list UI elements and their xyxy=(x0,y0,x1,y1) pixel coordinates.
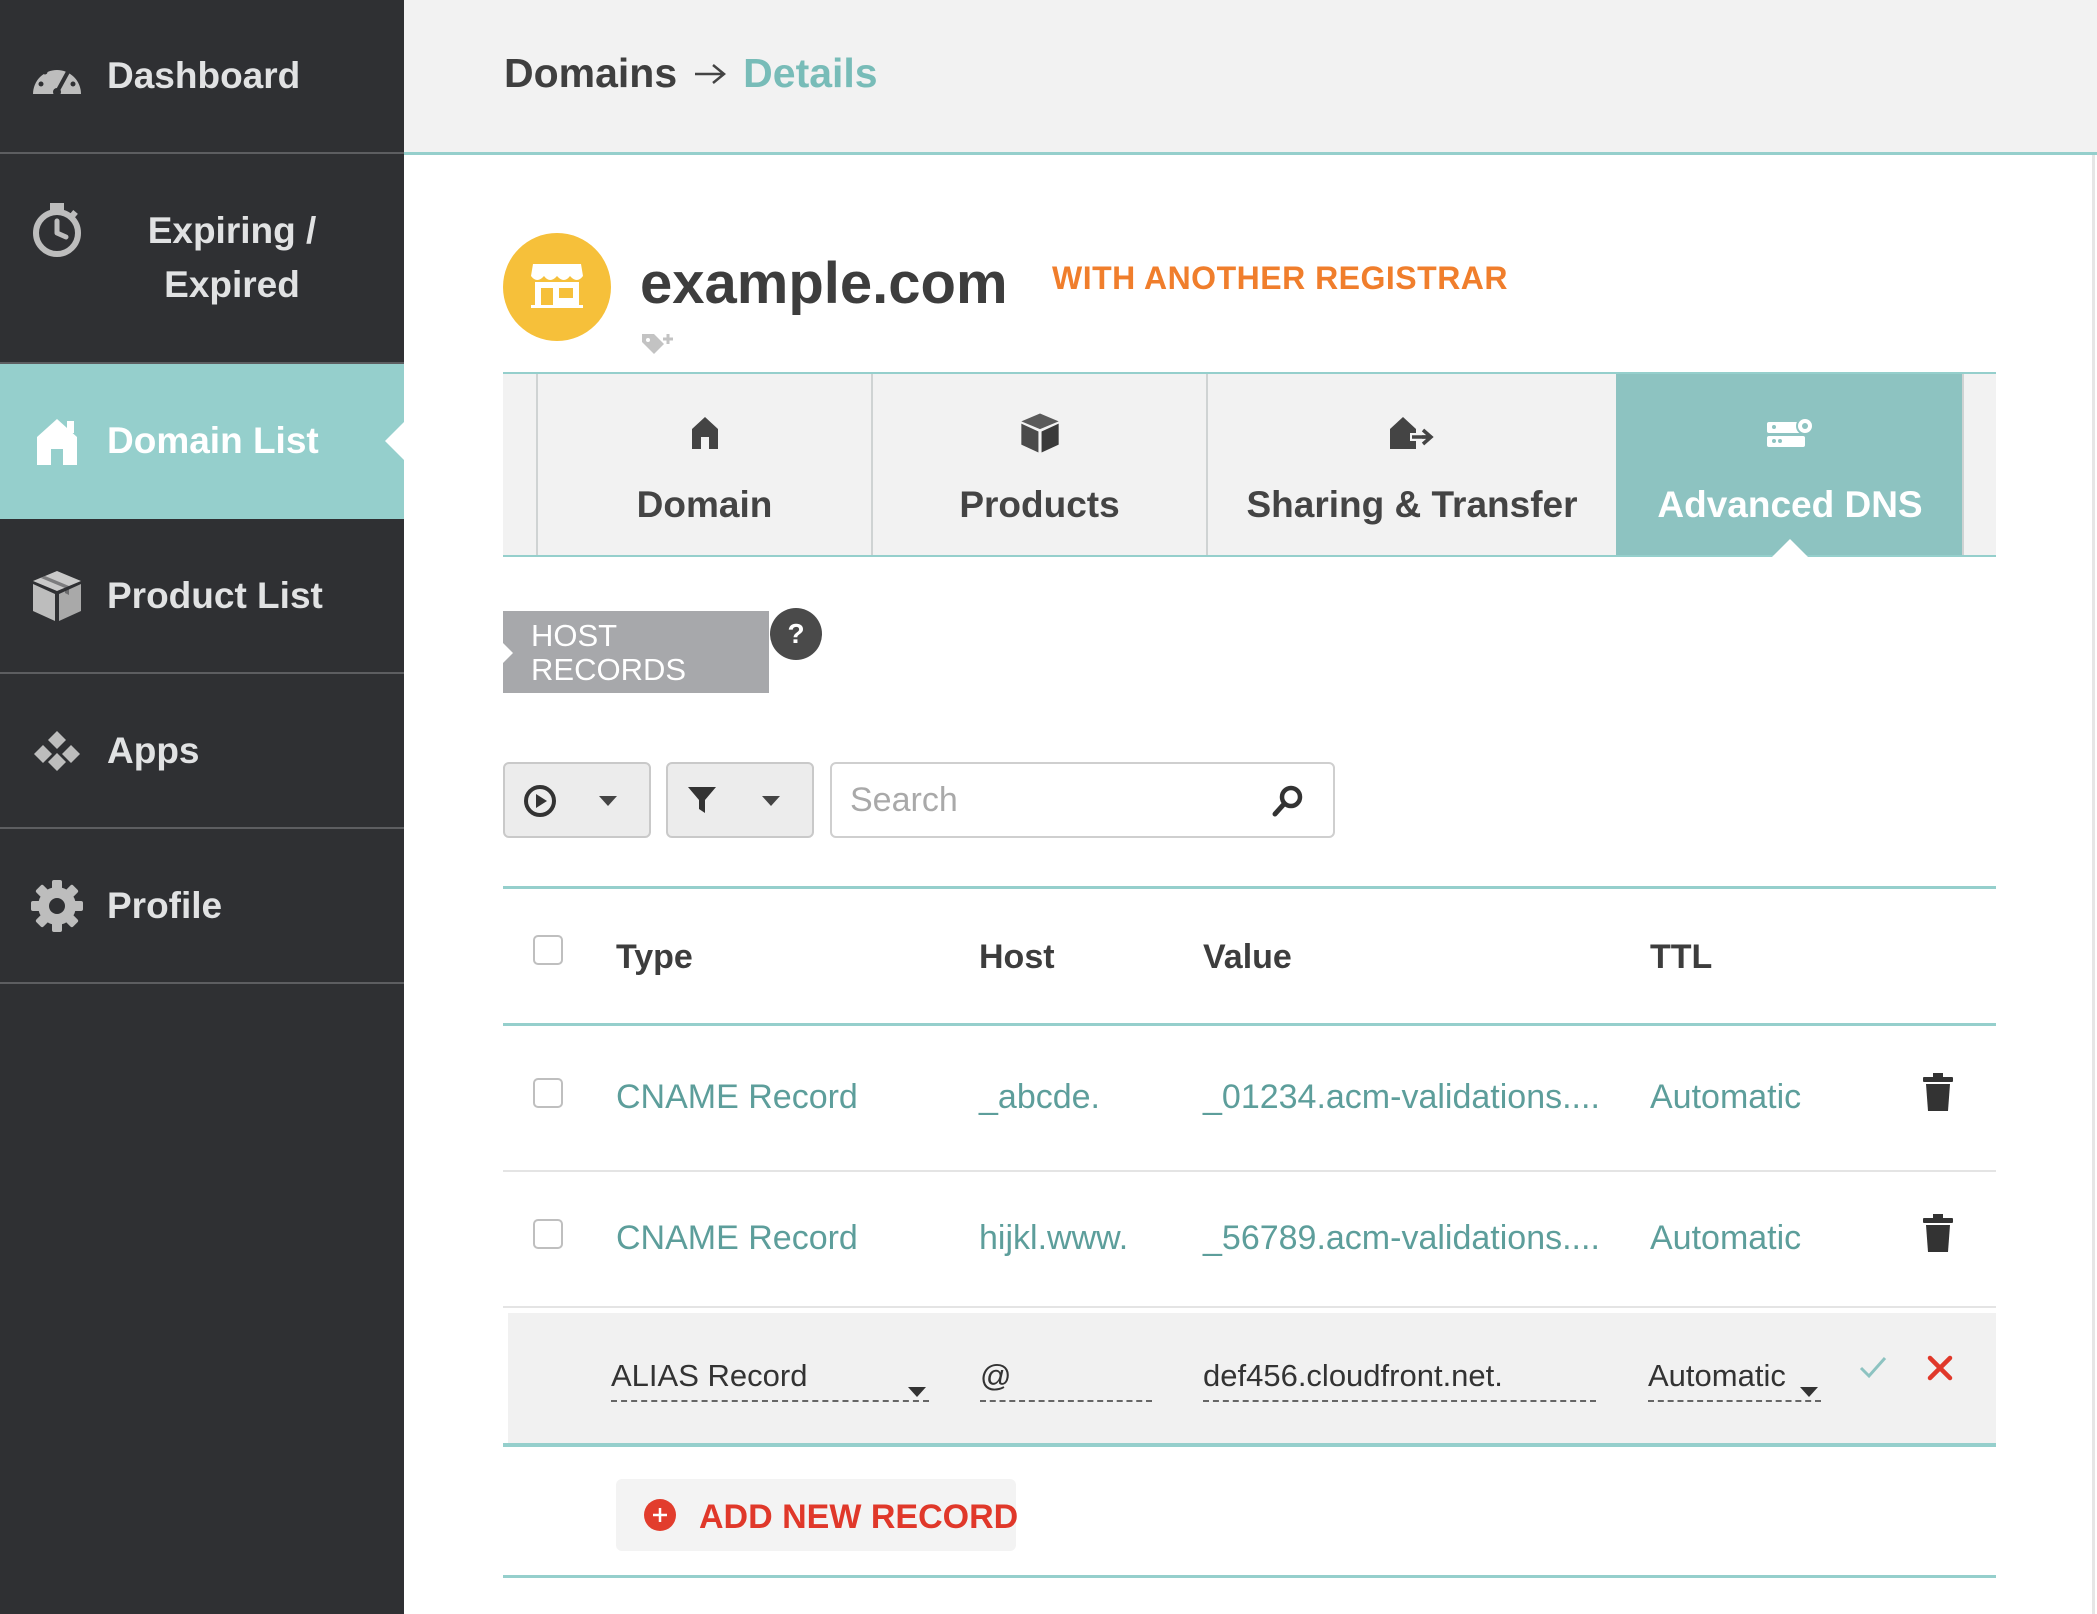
column-header-host[interactable]: Host xyxy=(979,938,1055,977)
filter-dropdown[interactable] xyxy=(666,762,814,838)
save-record-check-icon[interactable] xyxy=(1858,1354,1888,1385)
sidebar-item-domain-list[interactable]: Domain List xyxy=(0,364,405,519)
row-divider xyxy=(503,1306,1996,1308)
tab-label: Sharing & Transfer xyxy=(1246,484,1578,525)
row-checkbox[interactable] xyxy=(533,1078,563,1108)
sidebar-item-label: Product List xyxy=(107,574,323,616)
tab-label: Domain xyxy=(636,484,773,525)
record-host[interactable]: hijkl.www. xyxy=(979,1219,1128,1258)
filter-icon xyxy=(686,784,718,821)
record-value[interactable]: _56789.acm-validations.... xyxy=(1203,1219,1600,1258)
column-header-type[interactable]: Type xyxy=(616,938,693,977)
row-divider xyxy=(503,1170,1996,1172)
box-icon xyxy=(1019,410,1061,456)
chevron-down-icon xyxy=(1799,1370,1819,1406)
sidebar-item-label: Dashboard xyxy=(107,55,301,96)
chevron-down-icon xyxy=(907,1370,927,1406)
plus-circle-icon xyxy=(644,1499,676,1531)
add-tag-icon[interactable] xyxy=(640,330,676,361)
column-header-ttl[interactable]: TTL xyxy=(1650,938,1712,977)
tab-products[interactable]: Products xyxy=(871,374,1206,555)
top-bar: Domains Details xyxy=(404,0,2097,155)
play-icon xyxy=(523,784,557,823)
tab-sharing-transfer[interactable]: Sharing & Transfer xyxy=(1206,374,1616,555)
row-checkbox[interactable] xyxy=(533,1219,563,1249)
host-records-label: HOST RECORDS xyxy=(503,611,769,693)
record-type[interactable]: CNAME Record xyxy=(616,1078,858,1117)
search-input[interactable] xyxy=(850,778,1250,822)
actions-dropdown[interactable] xyxy=(503,762,651,838)
select-all-checkbox[interactable] xyxy=(533,935,563,965)
edit-row-border xyxy=(503,1443,1996,1447)
sidebar-item-label: Domain List xyxy=(107,419,319,461)
domain-tabs: Domain Products Sharing & Transfer Advan… xyxy=(503,372,1996,557)
search-icon[interactable] xyxy=(1271,784,1305,823)
chevron-down-icon xyxy=(760,794,782,813)
trash-icon[interactable] xyxy=(1922,1072,1954,1117)
tab-domain[interactable]: Domain xyxy=(536,374,871,555)
server-gear-icon xyxy=(1765,410,1815,456)
tab-advanced-dns[interactable]: Advanced DNS xyxy=(1616,374,1962,557)
sidebar: Dashboard Expiring / Expired Domain List… xyxy=(0,0,405,1614)
arrow-right-icon xyxy=(693,62,727,86)
sidebar-item-profile[interactable]: Profile xyxy=(0,829,404,984)
domain-name: example.com xyxy=(640,251,1008,316)
gear-icon xyxy=(28,877,86,935)
trash-icon[interactable] xyxy=(1922,1213,1954,1258)
tab-label: Advanced DNS xyxy=(1657,484,1923,525)
record-host-input[interactable]: @ xyxy=(980,1352,1152,1402)
sidebar-item-label: Profile xyxy=(107,884,223,926)
record-ttl-select[interactable]: Automatic xyxy=(1648,1352,1821,1402)
home-icon xyxy=(28,412,86,470)
add-new-record-button[interactable]: ADD NEW RECORD xyxy=(616,1479,1019,1551)
record-type[interactable]: CNAME Record xyxy=(616,1219,858,1258)
tab-label: Products xyxy=(959,484,1120,525)
chevron-down-icon xyxy=(597,794,619,813)
sidebar-item-dashboard[interactable]: Dashboard xyxy=(0,0,404,154)
record-ttl[interactable]: Automatic xyxy=(1650,1078,1801,1117)
domain-badge xyxy=(503,233,611,341)
breadcrumb: Domains Details xyxy=(504,50,878,97)
cancel-record-close-icon[interactable] xyxy=(1926,1354,1954,1387)
page-divider xyxy=(2092,155,2095,1614)
box-icon xyxy=(28,567,86,625)
table-header-border xyxy=(503,1023,1996,1026)
sidebar-item-expiring-expired[interactable]: Expiring / Expired xyxy=(0,154,404,364)
record-type-select[interactable]: ALIAS Record xyxy=(611,1352,929,1402)
sidebar-item-label: Apps xyxy=(107,729,200,771)
tab-overflow xyxy=(1962,374,1994,555)
sidebar-item-apps[interactable]: Apps xyxy=(0,674,404,829)
search-box xyxy=(830,762,1335,838)
help-button[interactable]: ? xyxy=(770,608,822,660)
speedometer-icon xyxy=(28,47,86,105)
sidebar-item-product-list[interactable]: Product List xyxy=(0,519,404,674)
record-value[interactable]: _01234.acm-validations.... xyxy=(1203,1078,1600,1117)
add-new-record-label: ADD NEW RECORD xyxy=(699,1498,1019,1536)
home-icon xyxy=(690,410,720,456)
sidebar-item-label: Expiring / Expired xyxy=(147,210,317,305)
registrar-status: WITH ANOTHER REGISTRAR xyxy=(1052,260,1509,296)
breadcrumb-current: Details xyxy=(743,50,878,96)
apps-icon xyxy=(28,722,86,780)
column-header-value[interactable]: Value xyxy=(1203,938,1292,977)
house-transfer-icon xyxy=(1388,410,1436,456)
table-bottom-border xyxy=(503,1575,1996,1578)
breadcrumb-domains-link[interactable]: Domains xyxy=(504,50,677,97)
storefront-icon xyxy=(529,260,585,315)
record-ttl[interactable]: Automatic xyxy=(1650,1219,1801,1258)
record-value-input[interactable]: def456.cloudfront.net. xyxy=(1203,1352,1596,1402)
record-host[interactable]: _abcde. xyxy=(979,1078,1100,1117)
table-top-border xyxy=(503,886,1996,889)
